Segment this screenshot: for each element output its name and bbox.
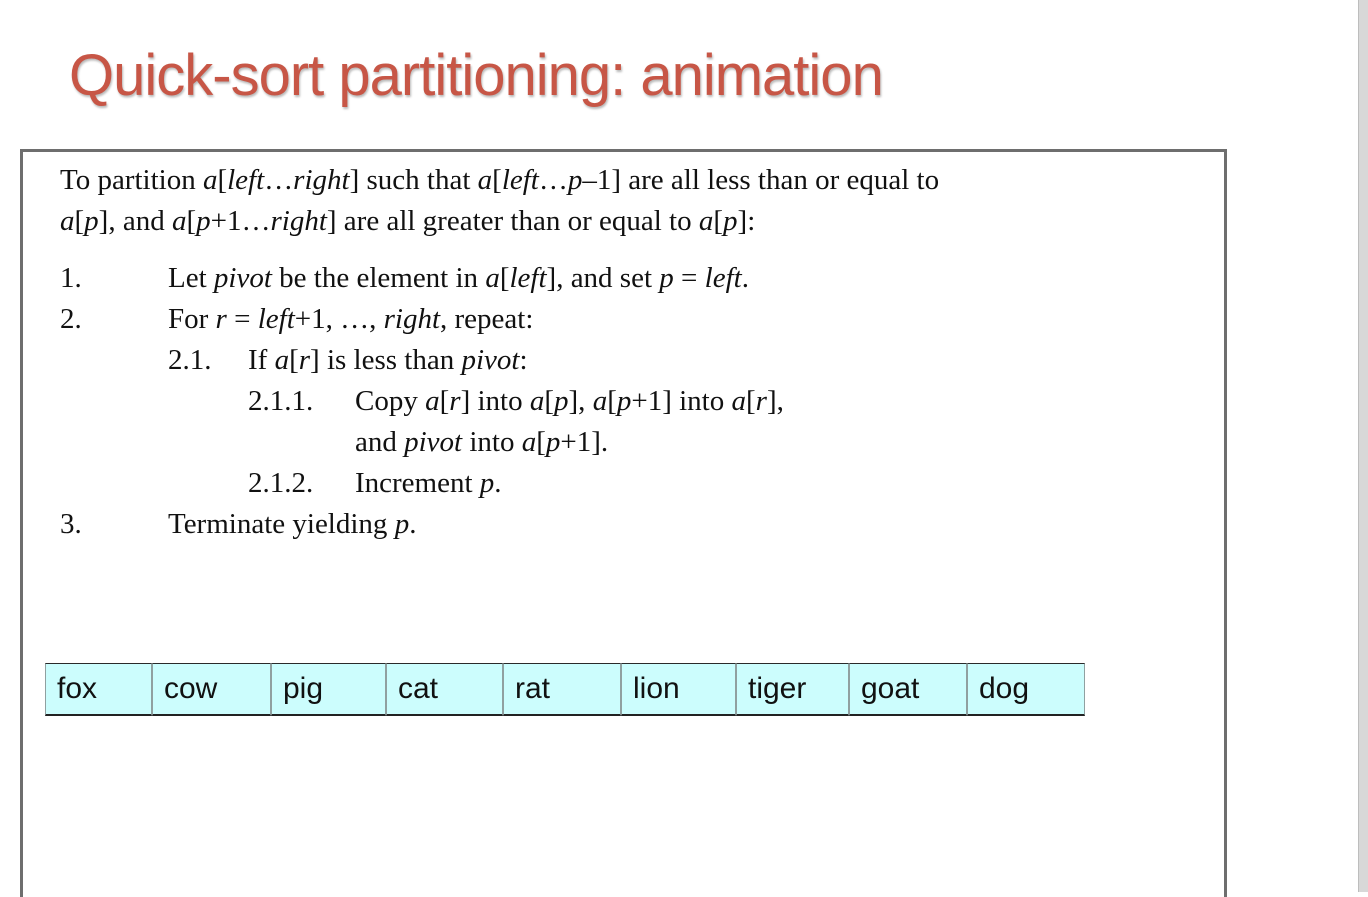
- step-2-1-2-number: 2.1.2.: [248, 467, 314, 499]
- intro-line-1: To partition a[left…right] such that a[l…: [60, 164, 940, 196]
- step-3-number: 3.: [60, 508, 82, 540]
- step-2-1-1-text: Copy a[r] into a[p], a[p+1] into a[r], a…: [355, 381, 784, 463]
- right-edge: [1359, 0, 1368, 892]
- array-cell: fox: [45, 663, 152, 716]
- array-cell: rat: [503, 663, 621, 716]
- array-cell: pig: [271, 663, 386, 716]
- intro-line-2: a[p], and a[p+1…right] are all greater t…: [60, 205, 756, 237]
- intro-text: To partition a[left…right] such that a[l…: [60, 160, 939, 242]
- algorithm-box: To partition a[left…right] such that a[l…: [20, 149, 1227, 897]
- step-2-1-1-number: 2.1.1.: [248, 385, 314, 417]
- array-cell: tiger: [736, 663, 849, 716]
- step-3-text: Terminate yielding p.: [168, 508, 417, 540]
- array-cell: cow: [152, 663, 271, 716]
- step-2-number: 2.: [60, 303, 82, 335]
- step-2-text: For r = left+1, …, right, repeat:: [168, 303, 534, 335]
- array-row: fox cow pig cat rat lion tiger goat dog: [45, 663, 1085, 716]
- step-2-1-2-text: Increment p.: [355, 467, 502, 499]
- array-cell: lion: [621, 663, 736, 716]
- array-cell: cat: [386, 663, 503, 716]
- step-1-text: Let pivot be the element in a[left], and…: [168, 262, 749, 294]
- array-cell: dog: [967, 663, 1085, 716]
- step-2-1-1-line-2: and pivot into a[p+1].: [355, 426, 609, 458]
- slide-title: Quick-sort partitioning: animation: [69, 43, 884, 108]
- step-2-1-number: 2.1.: [168, 344, 212, 376]
- step-1-number: 1.: [60, 262, 82, 294]
- array-cell: goat: [849, 663, 967, 716]
- step-2-1-1-line-1: Copy a[r] into a[p], a[p+1] into a[r],: [355, 385, 784, 417]
- step-2-1-text: If a[r] is less than pivot:: [248, 344, 528, 376]
